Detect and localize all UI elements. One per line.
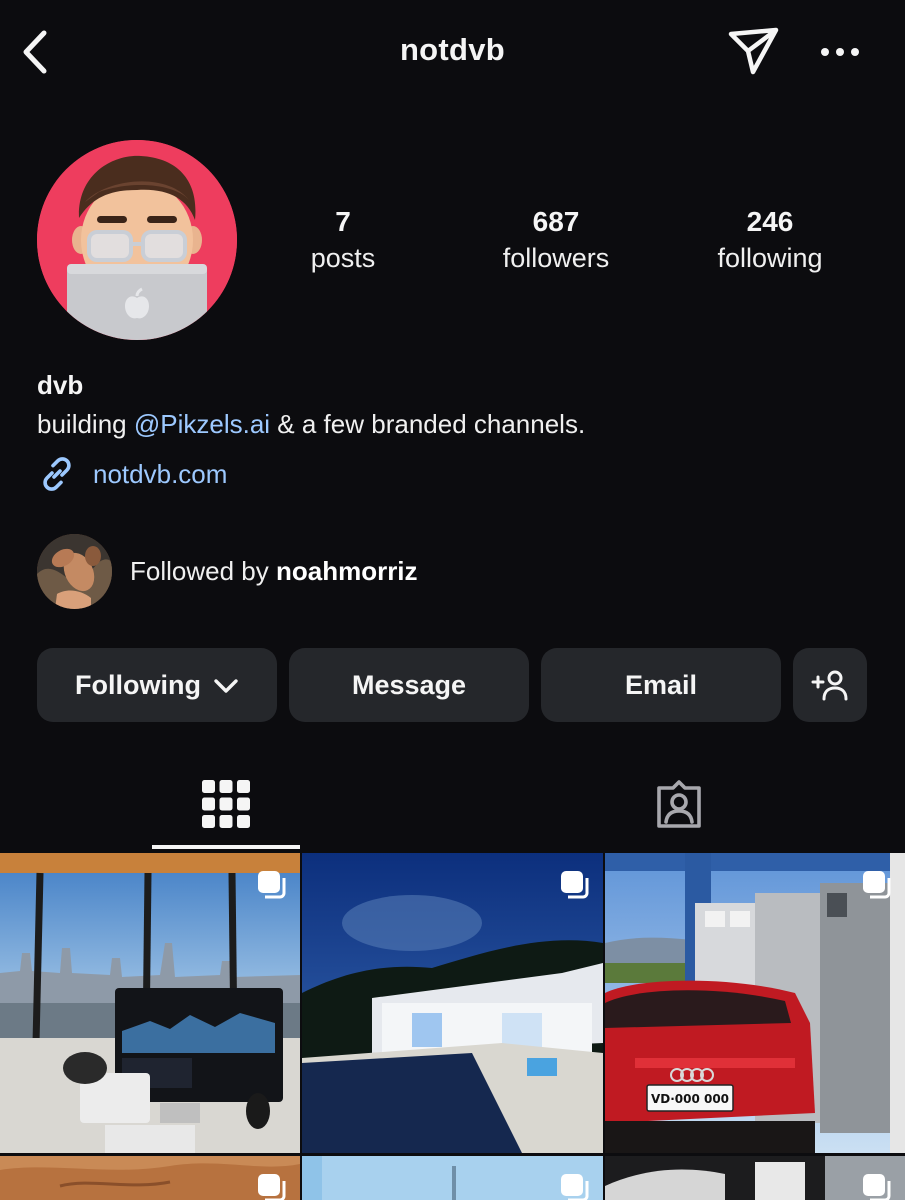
memoji-avatar-image <box>37 140 237 340</box>
multi-post-icon <box>258 871 286 899</box>
night-villa-image <box>302 853 603 1153</box>
follower-avatar <box>37 533 112 609</box>
top-bar: notdvb <box>0 0 905 105</box>
website-link[interactable]: notdvb.com <box>37 452 227 496</box>
post-tile-6[interactable] <box>605 1156 905 1200</box>
audi-gas-station-image: VD·000 000 <box>605 853 905 1153</box>
city-sky-image <box>302 1156 603 1200</box>
followed-by-text: Followed by noahmorriz <box>130 556 418 587</box>
suggest-people-button[interactable] <box>793 648 867 722</box>
tagged-icon <box>657 780 701 828</box>
interior-image <box>605 1156 905 1200</box>
followers-label: followers <box>502 243 610 273</box>
follower-avatar-image <box>37 533 112 609</box>
grid-icon <box>202 780 250 828</box>
tab-tagged[interactable] <box>605 755 753 853</box>
posts-label: posts <box>310 243 376 273</box>
multi-post-icon <box>258 1174 286 1200</box>
send-button[interactable] <box>727 25 781 77</box>
post-tile-3[interactable]: VD·000 000 <box>605 853 905 1153</box>
profile-screen: notdvb 7 posts 687 followers 246 followi… <box>0 0 905 1200</box>
bio-suffix: & a few branded channels. <box>270 409 586 439</box>
profile-tabs <box>0 755 905 853</box>
post-tile-2[interactable] <box>302 853 603 1153</box>
chevron-down-icon <box>214 679 238 693</box>
posts-count: 7 <box>335 206 351 237</box>
message-button[interactable]: Message <box>289 648 529 722</box>
followers-count: 687 <box>532 206 580 237</box>
followed-by-prefix: Followed by <box>130 555 276 586</box>
multi-post-icon <box>863 1174 891 1200</box>
post-tile-5[interactable] <box>302 1156 603 1200</box>
post-tile-4[interactable] <box>0 1156 300 1200</box>
multi-post-icon <box>561 871 589 899</box>
stat-following[interactable]: 246 following <box>685 203 855 275</box>
display-name: dvb <box>37 370 84 400</box>
bio-mention-link[interactable]: @Pikzels.ai <box>134 409 270 439</box>
license-plate-text: VD·000 000 <box>651 1092 729 1106</box>
email-button[interactable]: Email <box>541 648 781 722</box>
followed-by-row[interactable]: Followed by noahmorriz <box>37 533 418 609</box>
following-count: 246 <box>746 206 794 237</box>
add-person-icon <box>811 670 848 701</box>
following-label: following <box>717 243 823 273</box>
following-button[interactable]: Following <box>37 648 277 722</box>
bio-prefix: building <box>37 409 134 439</box>
stat-posts[interactable]: 7 posts <box>258 203 428 275</box>
more-options-button[interactable] <box>816 34 864 70</box>
email-button-label: Email <box>624 669 698 700</box>
bio-text: building @Pikzels.ai & a few branded cha… <box>37 409 585 440</box>
send-icon <box>728 27 779 75</box>
following-button-label: Following <box>75 669 201 700</box>
office-view-image <box>0 853 300 1153</box>
website-link-text: notdvb.com <box>93 458 228 489</box>
active-tab-indicator <box>152 845 300 849</box>
tab-posts-grid[interactable] <box>152 755 300 853</box>
link-icon <box>43 457 71 491</box>
multi-post-icon <box>561 1174 589 1200</box>
followed-by-username: noahmorriz <box>275 555 418 586</box>
more-icon <box>821 48 859 56</box>
stat-followers[interactable]: 687 followers <box>471 203 641 275</box>
message-button-label: Message <box>351 669 467 700</box>
desert-image <box>0 1156 300 1200</box>
profile-avatar[interactable] <box>37 140 237 340</box>
post-tile-1[interactable] <box>0 853 300 1153</box>
multi-post-icon <box>863 871 891 899</box>
